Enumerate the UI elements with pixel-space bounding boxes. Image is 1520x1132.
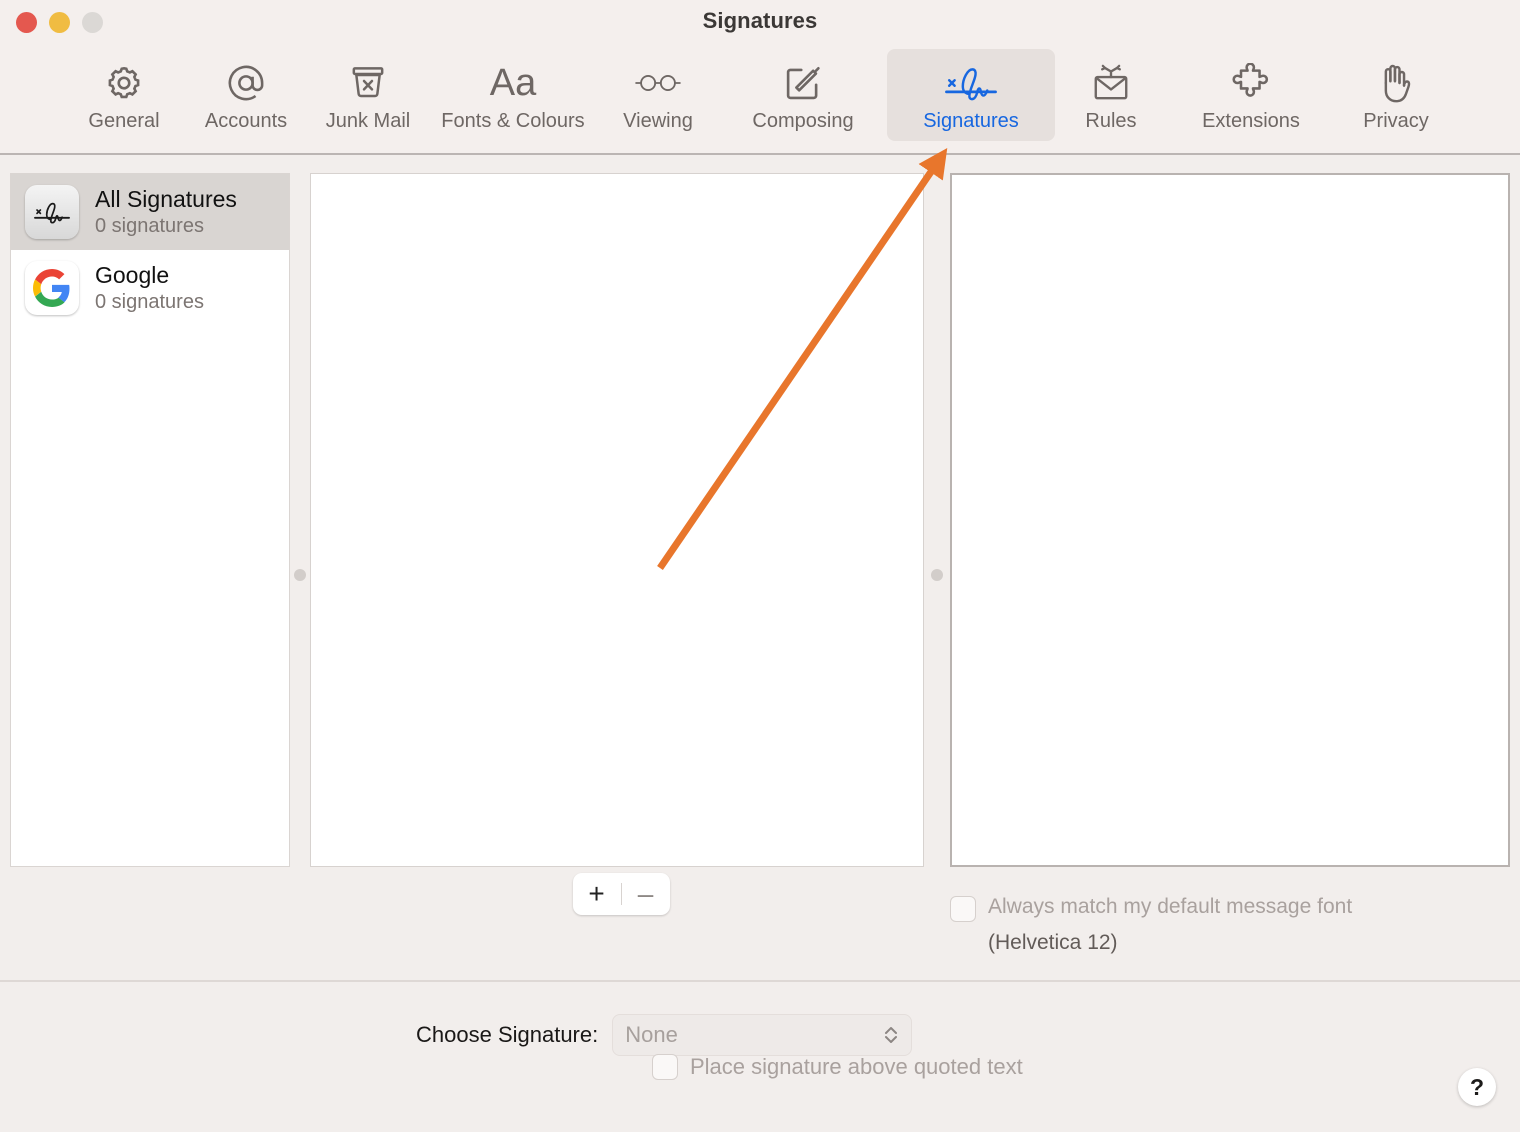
choose-signature-row: Choose Signature: None	[416, 1014, 913, 1056]
sidebar-item-google[interactable]: Google 0 signatures	[11, 250, 289, 326]
tab-composing[interactable]: Composing	[719, 49, 887, 141]
splitter-left-handle[interactable]	[294, 569, 306, 581]
choose-signature-value: None	[625, 1022, 678, 1047]
match-font-option[interactable]: Always match my default message font (He…	[950, 889, 1510, 961]
tab-general-label: General	[88, 110, 160, 132]
match-font-label: Always match my default message font	[988, 895, 1353, 918]
signature-card-icon	[25, 185, 79, 239]
match-font-label-group: Always match my default message font (He…	[988, 889, 1352, 961]
tab-rules-label: Rules	[1085, 110, 1137, 132]
puzzle-piece-icon	[1229, 61, 1273, 105]
at-sign-icon	[224, 61, 268, 105]
signature-add-remove-group: + –	[310, 873, 932, 915]
sidebar-item-all-signatures-count: 0 signatures	[95, 215, 204, 237]
title-bar: Signatures	[0, 0, 1520, 46]
sidebar-item-google-text: Google 0 signatures	[95, 261, 204, 315]
hand-icon	[1376, 61, 1416, 105]
splitter-right-handle[interactable]	[931, 569, 943, 581]
match-font-checkbox[interactable]	[950, 896, 976, 922]
gear-icon	[103, 61, 145, 105]
window-title: Signatures	[702, 8, 818, 33]
rules-envelope-icon	[1089, 61, 1133, 105]
match-font-sublabel: (Helvetica 12)	[988, 931, 1118, 954]
tab-rules[interactable]: Rules	[1055, 49, 1167, 141]
splitter-right[interactable]	[924, 173, 950, 980]
compose-pencil-icon	[782, 61, 824, 105]
sidebar-item-all-signatures-text: All Signatures 0 signatures	[95, 185, 237, 239]
signature-list-pane[interactable]	[310, 173, 924, 867]
signature-icon	[941, 61, 1001, 105]
accounts-sidebar: All Signatures 0 signatures Google 0 sig…	[10, 173, 290, 867]
tab-accounts-label: Accounts	[204, 110, 288, 132]
tab-privacy[interactable]: Privacy	[1335, 49, 1457, 141]
remove-signature-button[interactable]: –	[622, 873, 670, 915]
preferences-toolbar: General Accounts Junk Mail Aa Fonts & Co…	[0, 46, 1520, 155]
splitter-left[interactable]	[290, 173, 310, 980]
choose-signature-label: Choose Signature:	[416, 1022, 599, 1047]
place-above-quoted-row[interactable]: Place signature above quoted text	[652, 1054, 1023, 1080]
tab-viewing-label: Viewing	[623, 110, 693, 132]
signatures-body: All Signatures 0 signatures Google 0 sig…	[0, 155, 1520, 980]
aa-text-icon: Aa	[489, 62, 537, 104]
tab-junk-mail[interactable]: Junk Mail	[307, 49, 429, 141]
sidebar-item-google-name: Google	[95, 262, 170, 288]
sidebar-item-all-signatures-name: All Signatures	[95, 186, 237, 212]
bottom-bar: Choose Signature: None Place signature a…	[0, 980, 1520, 1132]
junk-bin-icon	[348, 61, 388, 105]
add-signature-button[interactable]: +	[573, 873, 621, 915]
signature-editor-pane[interactable]	[950, 173, 1510, 867]
tab-extensions[interactable]: Extensions	[1167, 49, 1335, 141]
tab-junk-mail-label: Junk Mail	[325, 110, 411, 132]
place-above-quoted-label: Place signature above quoted text	[690, 1054, 1023, 1079]
tab-fonts-colours[interactable]: Aa Fonts & Colours	[429, 49, 597, 141]
sidebar-item-all-signatures[interactable]: All Signatures 0 signatures	[11, 174, 289, 250]
signature-add-remove-control: + –	[572, 873, 670, 915]
tab-signatures-label: Signatures	[923, 110, 1019, 132]
choose-signature-dropdown[interactable]: None	[612, 1014, 913, 1056]
signature-editor-column: Always match my default message font (He…	[950, 173, 1510, 980]
signatures-preferences-window: Signatures General Accounts Junk Mail Aa…	[0, 0, 1520, 1132]
help-button[interactable]: ?	[1458, 1068, 1496, 1106]
tab-signatures[interactable]: Signatures	[887, 49, 1055, 141]
chevron-updown-icon	[883, 1023, 899, 1047]
google-logo-icon	[25, 261, 79, 315]
tab-extensions-label: Extensions	[1202, 110, 1300, 132]
tab-accounts[interactable]: Accounts	[185, 49, 307, 141]
tab-composing-label: Composing	[752, 110, 854, 132]
tab-general[interactable]: General	[63, 49, 185, 141]
tab-viewing[interactable]: Viewing	[597, 49, 719, 141]
place-above-quoted-checkbox[interactable]	[652, 1054, 678, 1080]
tab-fonts-colours-label: Fonts & Colours	[441, 110, 585, 132]
sidebar-item-google-count: 0 signatures	[95, 291, 204, 313]
tab-privacy-label: Privacy	[1363, 110, 1429, 132]
glasses-icon	[634, 61, 682, 105]
